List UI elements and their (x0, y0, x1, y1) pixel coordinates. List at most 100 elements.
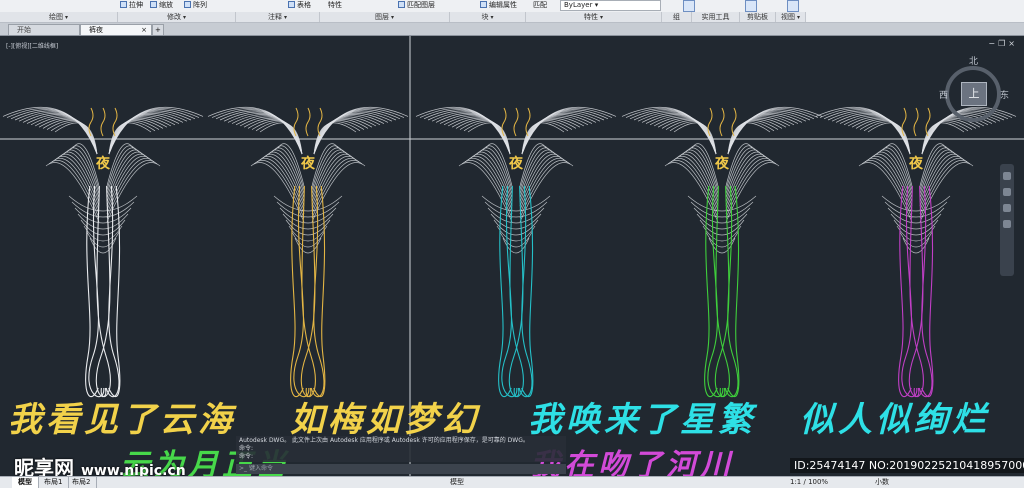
emblem-glyph: 夜 (95, 155, 111, 172)
wing-stroke (819, 108, 911, 155)
wing-stroke (415, 106, 511, 155)
showmotion-icon[interactable] (1003, 220, 1011, 228)
chevron-stroke (481, 195, 551, 212)
panel-properties[interactable]: 特性 ▾ (526, 12, 662, 22)
scale-tool[interactable]: 缩放 (150, 0, 173, 11)
wing-stroke (435, 113, 511, 155)
wing-stroke (815, 106, 911, 155)
chevron-stroke (899, 231, 933, 248)
match-layer-icon (398, 1, 405, 8)
chevron-stroke (887, 207, 945, 224)
table-tool[interactable]: 表格 (288, 0, 311, 11)
viewport-window-controls[interactable]: −❐× (988, 39, 1018, 48)
emblem-glyph: 夜 (908, 155, 924, 172)
layout-tab-model[interactable]: 模型 (12, 477, 39, 488)
wing-stroke (727, 106, 823, 155)
panel-annotation[interactable]: 注释 ▾ (236, 12, 320, 22)
minimize-icon[interactable]: − (988, 39, 998, 48)
edit-attribute-tool[interactable]: 编辑属性 (480, 0, 517, 11)
command-input[interactable]: >_ 键入命令 (236, 464, 566, 474)
match-tool[interactable]: 匹配 (533, 0, 547, 11)
compass-east[interactable]: 东 (1000, 88, 1009, 101)
layout-tab-2[interactable]: 布局2 (66, 477, 98, 488)
wing-stroke (6, 108, 98, 155)
chevron-stroke (282, 213, 334, 230)
wing-stroke (625, 108, 717, 155)
panel-draw[interactable]: 绘图 ▾ (0, 12, 118, 22)
viewport-label[interactable]: [-][俯视][二维线框] (6, 41, 58, 50)
restore-icon[interactable]: ❐ (998, 39, 1008, 48)
wing-stroke (621, 106, 717, 155)
panel-modify[interactable]: 修改 ▾ (118, 12, 236, 22)
panel-layers[interactable]: 图层 ▾ (320, 12, 450, 22)
chevron-stroke (496, 225, 536, 242)
model-space-button[interactable]: 模型 (450, 477, 464, 488)
clipboard-icon[interactable] (745, 0, 757, 12)
wing-stroke (108, 106, 204, 155)
annotation-scale[interactable]: 1:1 / 100% (790, 477, 828, 488)
chevron-stroke (77, 213, 129, 230)
close-icon[interactable]: × (1008, 39, 1018, 48)
match-layer-tool[interactable]: 匹配图层 (398, 0, 435, 11)
panel-utilities[interactable]: 实用工具 (692, 12, 740, 22)
lyric-line: 我看见了云海 (8, 400, 236, 440)
orbit-icon[interactable] (1003, 204, 1011, 212)
navigation-bar[interactable] (1000, 164, 1014, 276)
lyric-line: 我唤来了星繁 (528, 400, 756, 440)
panel-groups[interactable]: 组 (662, 12, 692, 22)
embroidery-motif: 夜 (2, 106, 204, 398)
array-icon (184, 1, 191, 8)
file-tab-bar: 开始 裤夜 × + (0, 23, 1024, 36)
array-tool[interactable]: 阵列 (184, 0, 207, 11)
chevron-stroke (884, 201, 948, 218)
view-icon[interactable] (787, 0, 799, 12)
antenna-stroke (719, 107, 725, 137)
panel-view[interactable]: 视图 ▾ (776, 12, 806, 22)
viewcube[interactable]: 北 西 东 上 (936, 56, 1014, 134)
embroidery-motif: 夜 (207, 106, 409, 398)
panel-block[interactable]: 块 ▾ (450, 12, 526, 22)
layout-tab-1[interactable]: 布局1 (38, 477, 70, 488)
viewcube-top-face[interactable]: 上 (961, 82, 987, 106)
wing-stroke (727, 113, 803, 155)
wing-stroke (22, 113, 98, 155)
panel-clipboard[interactable]: 剪贴板 (740, 12, 776, 22)
chevron-stroke (490, 213, 542, 230)
wing-stroke (521, 113, 597, 155)
command-history: Autodesk DWG。 此文件上次由 Autodesk 应用程序或 Auto… (236, 436, 566, 462)
chevron-stroke (279, 207, 337, 224)
tab-start[interactable]: 开始 (8, 24, 80, 35)
tendril-stroke (501, 185, 518, 398)
lyric-line: 如梅如梦幻 (290, 400, 480, 440)
edit-attribute-icon (480, 1, 487, 8)
embroidery-motif: 夜 (415, 106, 617, 398)
wing-stroke (227, 113, 303, 155)
chevron-stroke (499, 231, 533, 248)
chevron-stroke (890, 213, 942, 230)
tendril-stroke (88, 185, 105, 398)
linetype-dropdown[interactable]: ByLayer ▾ (560, 0, 661, 11)
wing-stroke (521, 108, 613, 155)
emblem-glyph: 夜 (300, 155, 316, 172)
tendril-stroke (901, 185, 918, 398)
wing-stroke (211, 108, 303, 155)
pan-icon[interactable] (1003, 172, 1011, 180)
ribbon-filler (806, 12, 1024, 22)
stretch-tool[interactable]: 拉伸 (120, 0, 143, 11)
wing-stroke (419, 108, 511, 155)
zoom-icon[interactable] (1003, 188, 1011, 196)
tendril-stroke (707, 185, 724, 398)
compass-west[interactable]: 西 (939, 88, 948, 101)
properties-tool[interactable]: 特性 (328, 0, 342, 11)
compass-north[interactable]: 北 (969, 54, 978, 67)
close-icon[interactable]: × (141, 25, 147, 36)
tab-drawing[interactable]: 裤夜 × (80, 24, 152, 35)
wing-stroke (2, 106, 98, 155)
wing-stroke (641, 113, 717, 155)
chevron-stroke (693, 207, 751, 224)
tendril-stroke (898, 185, 912, 398)
group-icon[interactable] (683, 0, 695, 12)
status-bar: 模型 布局1 布局2 模型 1:1 / 100% 小数 (0, 476, 1024, 488)
units-dropdown[interactable]: 小数 (875, 477, 889, 488)
new-tab-button[interactable]: + (152, 24, 164, 35)
